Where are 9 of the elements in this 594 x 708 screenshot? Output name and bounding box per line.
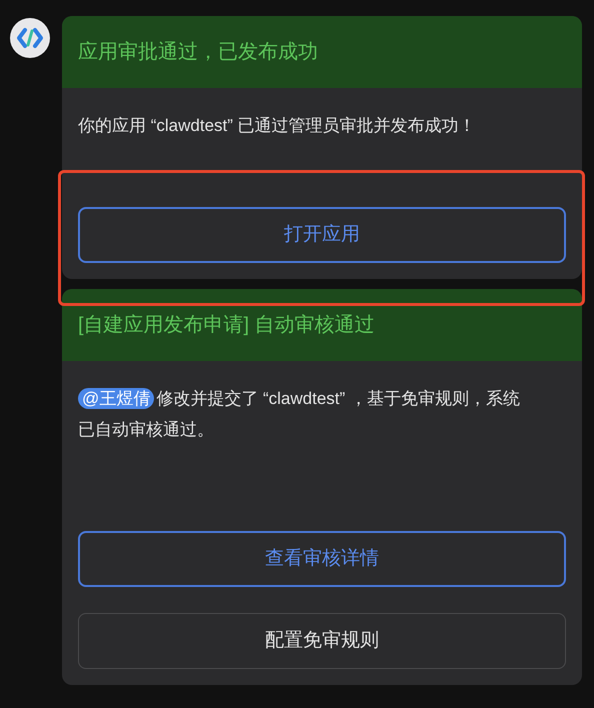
- card-title: 应用审批通过，已发布成功: [62, 16, 582, 88]
- card-title: [自建应用发布申请] 自动审核通过: [62, 289, 582, 361]
- user-mention[interactable]: @王煜倩: [78, 388, 154, 409]
- action-button[interactable]: 配置免审规则: [78, 613, 566, 669]
- app-logo-icon: [10, 18, 50, 58]
- action-button[interactable]: 打开应用: [78, 207, 566, 263]
- action-button[interactable]: 查看审核详情: [78, 531, 566, 587]
- message-text: 你的应用 “clawdtest” 已通过管理员审批并发布成功！: [77, 115, 477, 137]
- message-text: @王煜倩 修改并提交了 “clawdtest” ，基于免审规则，系统已自动审核通过。: [77, 387, 521, 441]
